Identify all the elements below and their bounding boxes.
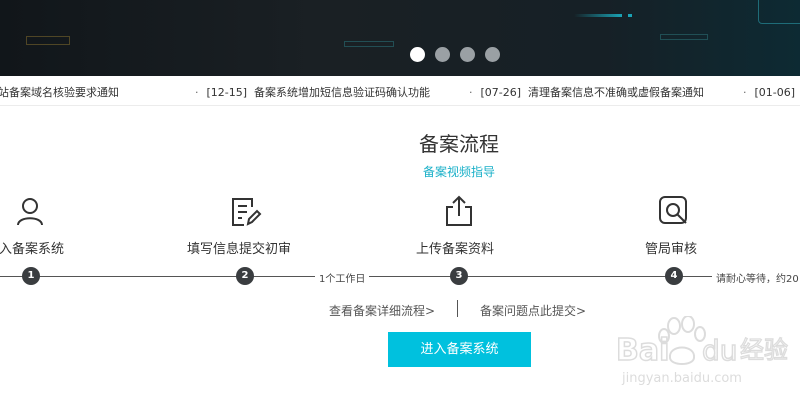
news-date: [07-26]	[480, 86, 522, 99]
step-label: 填写信息提交初审	[187, 242, 292, 257]
user-icon	[13, 194, 47, 228]
carousel-dot-4[interactable]	[485, 47, 500, 62]
banner-decoration	[628, 14, 632, 17]
page-title: 备案流程	[419, 132, 499, 156]
process-details-link[interactable]: 查看备案详细流程>	[329, 302, 435, 319]
banner-decoration	[660, 34, 708, 40]
edit-form-icon	[228, 194, 262, 228]
bullet-icon: ·	[469, 86, 473, 99]
link-divider	[457, 300, 458, 317]
baidu-jingyan-watermark: Bai du 经验 jingyan.baidu.com	[614, 315, 800, 400]
news-item[interactable]: 站备案域名核验要求通知	[0, 84, 119, 100]
news-item[interactable]: ·[01-06] 备	[743, 84, 800, 100]
news-date: [01-06]	[754, 86, 796, 99]
news-ticker: 站备案域名核验要求通知 · [12-15] 备案系统增加短信息验证码确认功能 · […	[0, 76, 800, 106]
search-review-icon	[657, 194, 691, 228]
carousel-dot-1[interactable]	[410, 47, 425, 62]
step-label: 上传备案资料	[416, 242, 495, 257]
carousel-dot-2[interactable]	[435, 47, 450, 62]
bullet-icon: ·	[195, 86, 199, 99]
enter-filing-system-button[interactable]: 进入备案系统	[388, 332, 531, 367]
hero-banner	[0, 0, 800, 76]
step-number: 4	[665, 267, 683, 285]
step-label: 入备案系统	[0, 242, 65, 257]
duration-label: 1个工作日	[315, 270, 370, 285]
banner-decoration	[344, 41, 394, 47]
bullet-icon: ·	[743, 86, 747, 99]
carousel-dot-3[interactable]	[460, 47, 475, 62]
news-item[interactable]: · [12-15] 备案系统增加短信息验证码确认功能	[195, 84, 430, 100]
video-guide-link[interactable]: 备案视频指导	[0, 163, 800, 180]
svg-text:经验: 经验	[740, 336, 788, 364]
news-text: 站备案域名核验要求通知	[0, 86, 119, 99]
news-text: 备案系统增加短信息验证码确认功能	[254, 86, 431, 99]
svg-text:du: du	[702, 334, 738, 367]
step-label: 管局审核	[645, 242, 698, 257]
duration-label: 请耐心等待，约20	[712, 270, 800, 285]
svg-text:jingyan.baidu.com: jingyan.baidu.com	[621, 371, 742, 386]
banner-decoration	[758, 0, 800, 24]
submit-issue-link[interactable]: 备案问题点此提交>	[480, 302, 586, 319]
banner-decoration	[574, 14, 622, 17]
news-date: [12-15]	[206, 86, 248, 99]
step-number: 2	[236, 267, 254, 285]
news-text: 清理备案信息不准确或虚假备案通知	[528, 86, 705, 99]
step-number: 3	[450, 267, 468, 285]
banner-decoration	[26, 36, 70, 45]
svg-text:Bai: Bai	[616, 333, 669, 368]
news-item[interactable]: · [07-26] 清理备案信息不准确或虚假备案通知	[469, 84, 704, 100]
upload-icon	[442, 194, 476, 228]
step-number: 1	[22, 267, 40, 285]
carousel-dots	[410, 47, 500, 62]
